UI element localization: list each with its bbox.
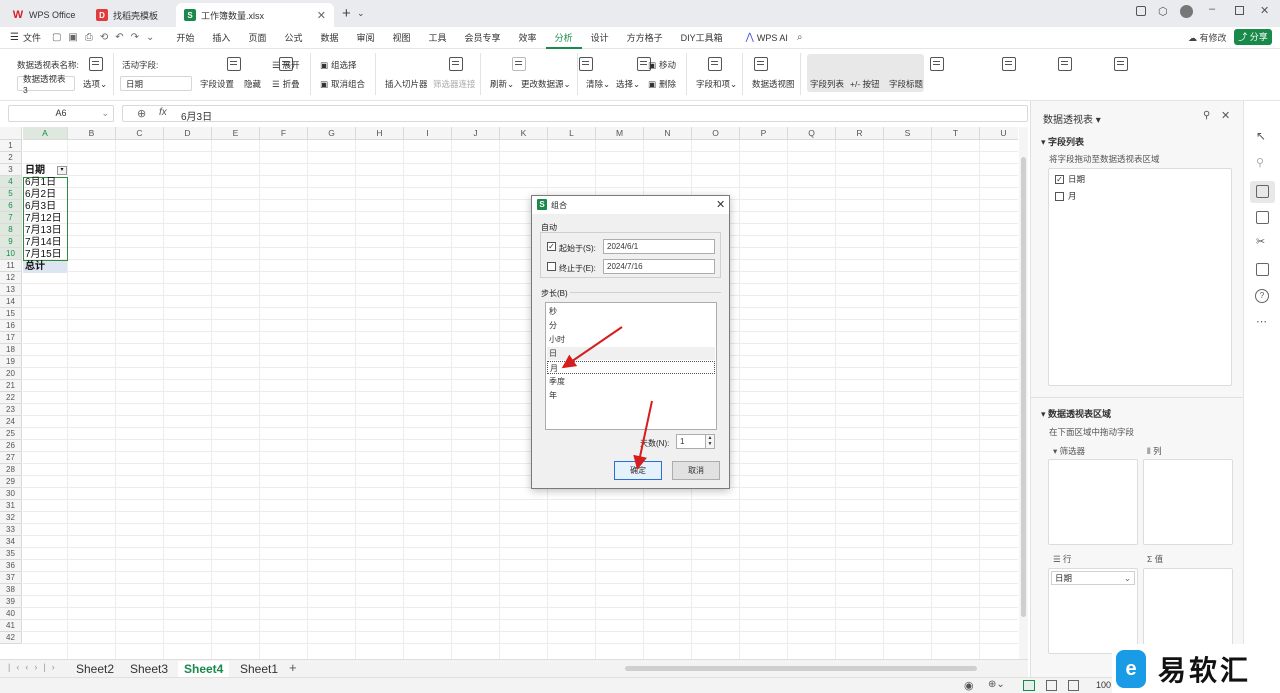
arrow-to-month bbox=[561, 326, 623, 369]
arrow-to-ok bbox=[633, 400, 653, 470]
watermark-logo-icon: e bbox=[1116, 649, 1146, 688]
annotation-arrows bbox=[561, 326, 653, 470]
watermark: e 易软汇 bbox=[1112, 644, 1280, 693]
watermark-text: 易软汇 bbox=[1158, 654, 1252, 686]
